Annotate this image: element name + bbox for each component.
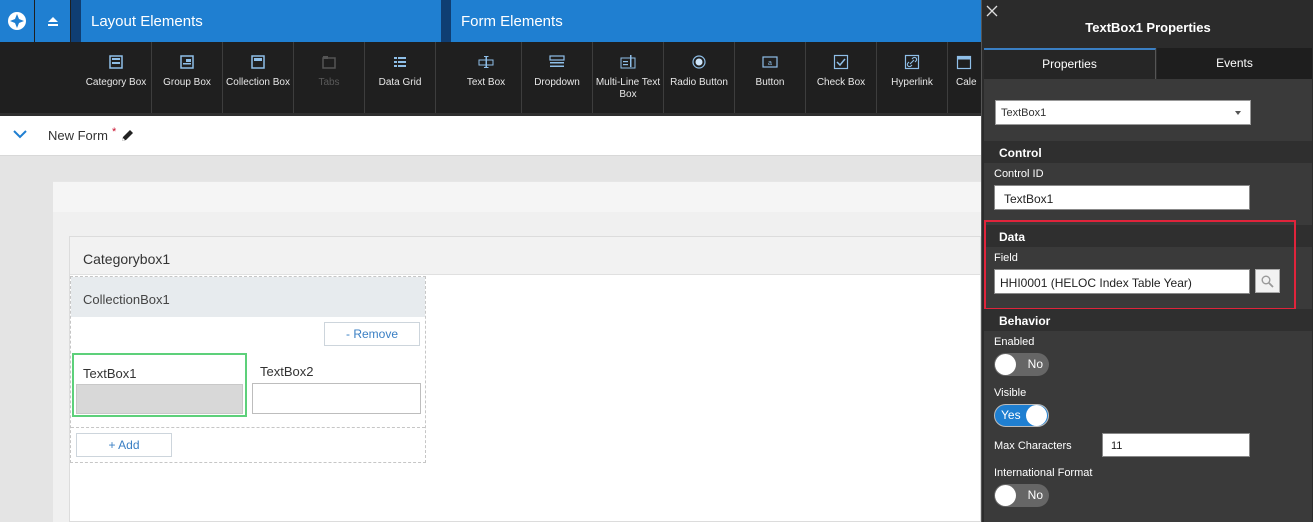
textbox1-label: TextBox1 [83,366,137,381]
tool-label: Multi-Line Text Box [595,77,661,100]
tool-label: Group Box [163,77,211,88]
tool-dropdown[interactable]: Dropdown [522,42,593,114]
toggle-knob [995,354,1016,375]
textbox2-label: TextBox2 [260,364,314,379]
tabs-icon [322,56,336,69]
tool-label: Text Box [466,77,506,88]
control-select-value: TextBox1 [1001,107,1047,119]
tab-events[interactable]: Events [1157,48,1312,79]
form-title-bar: New Form * [0,116,981,156]
tool-category-box[interactable]: Category Box [81,42,152,114]
chevron-down-icon[interactable] [12,127,28,141]
properties-panel: TextBox1 Properties Properties Events Te… [981,0,1313,522]
tool-multiline-text-box[interactable]: Multi-Line Text Box [593,42,664,114]
close-icon[interactable] [986,5,998,17]
layout-elements-header: Layout Elements [81,0,441,42]
collection-box-header: CollectionBox1 [71,277,425,317]
collapse-ribbon-button[interactable] [35,0,70,42]
textbox1-input[interactable] [76,384,243,414]
hyperlink-icon [904,54,920,70]
control-id-input[interactable]: TextBox1 [994,185,1250,210]
international-format-toggle-value: No [1027,488,1043,502]
properties-body: TextBox1 Control Control ID TextBox1 Dat… [984,79,1312,522]
app-logo-button[interactable] [0,0,34,42]
check-box-icon [833,54,849,70]
button-icon: a [762,56,778,68]
visible-toggle-value: Yes [1001,408,1021,422]
tool-label: Data Grid [378,77,422,88]
radio-button-icon [692,55,706,69]
collection-divider [71,427,425,428]
pencil-icon[interactable] [120,128,135,143]
visible-label: Visible [994,387,1027,399]
form-tools: Text Box Dropdown Multi-Line Text Box Ra… [451,42,994,114]
international-format-toggle[interactable]: No [994,484,1049,507]
calendar-icon [956,55,972,70]
eject-up-icon [47,17,58,26]
section-accent [71,0,81,42]
category-box-icon [109,55,123,69]
form-title: New Form [48,128,108,143]
control-group-header: Control [984,141,1312,163]
max-characters-input[interactable]: 11 [1102,433,1250,457]
tool-label: Collection Box [226,77,290,88]
add-button[interactable]: + Add [76,433,172,457]
multiline-text-box-icon [620,55,636,69]
section-accent [441,0,451,42]
toggle-knob [995,485,1016,506]
tab-properties[interactable]: Properties [984,48,1156,79]
ribbon-toolbar: Layout Elements Form Elements Category B… [0,0,981,116]
select-arrow-icon [1235,111,1241,115]
data-section-highlight [984,220,1296,310]
behavior-group-header: Behavior [984,309,1312,331]
form-elements-header: Form Elements [451,0,981,42]
tool-label: Hyperlink [891,77,933,88]
tool-label: Cale [956,77,977,88]
tool-collection-box[interactable]: Collection Box [223,42,294,114]
max-characters-label: Max Characters [994,440,1072,452]
unsaved-marker: * [112,126,117,138]
svg-text:a: a [768,60,772,67]
group-box-icon [180,55,194,69]
tool-label: Category Box [85,77,147,88]
compass-icon [8,12,26,30]
category-box-header: Categorybox1 [70,237,980,275]
remove-button[interactable]: - Remove [324,322,420,346]
layout-tools: Category Box Group Box Collection Box Ta… [81,42,436,114]
enabled-label: Enabled [994,336,1035,348]
tool-label: Button [755,77,785,88]
text-box-icon [478,56,494,68]
properties-tabs: Properties Events [982,48,1313,79]
toggle-knob [1026,405,1047,426]
control-select[interactable]: TextBox1 [995,100,1251,125]
collection-box-icon [251,55,265,69]
tool-hyperlink[interactable]: Hyperlink [877,42,948,114]
tool-data-grid[interactable]: Data Grid [365,42,436,114]
tool-label: Check Box [816,77,866,88]
control-id-label: Control ID [994,168,1044,180]
tool-button[interactable]: a Button [735,42,806,114]
tool-tabs: Tabs [294,42,365,114]
dropdown-icon [549,55,565,67]
tool-label: Radio Button [670,77,728,88]
tool-text-box[interactable]: Text Box [451,42,522,114]
tool-radio-button[interactable]: Radio Button [664,42,735,114]
tool-label: Dropdown [534,77,580,88]
textbox2-input[interactable] [252,383,421,414]
properties-title: TextBox1 Properties [1085,20,1211,35]
visible-toggle[interactable]: Yes [994,404,1049,427]
tool-group-box[interactable]: Group Box [152,42,223,114]
enabled-toggle[interactable]: No [994,353,1049,376]
enabled-toggle-value: No [1027,357,1043,371]
tool-check-box[interactable]: Check Box [806,42,877,114]
data-grid-icon [394,57,406,67]
textbox1-control-selected[interactable]: TextBox1 [72,353,247,417]
tool-label: Tabs [318,77,340,88]
international-format-label: International Format [994,467,1093,479]
